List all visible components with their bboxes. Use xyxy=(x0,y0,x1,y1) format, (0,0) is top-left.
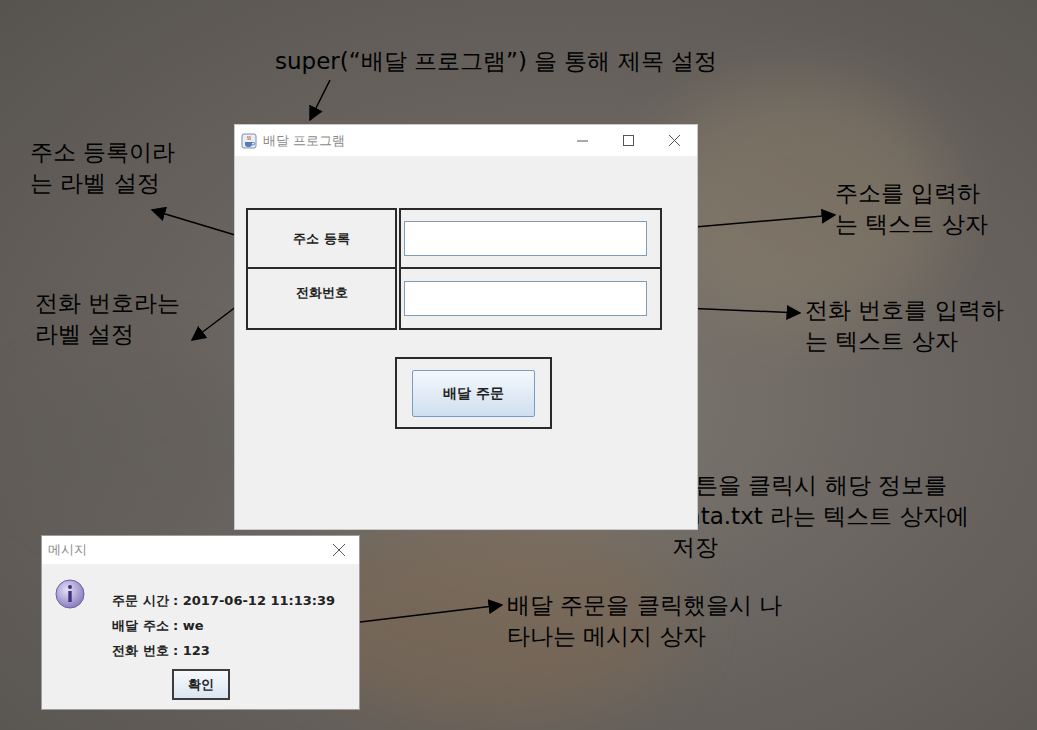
label-box: 전화번호 xyxy=(246,269,397,330)
annotation-line: data.txt 라는 텍스트 상자에 xyxy=(672,501,969,532)
annotation-line: 는 텍스트 상자 xyxy=(805,326,1004,357)
label-box: 주소 등록 xyxy=(246,208,397,269)
annotation-line: 배달 주문을 클릭했을시 나 xyxy=(507,590,782,621)
annotation-note: 주소를 입력하는 택스트 상자 xyxy=(835,178,988,240)
info-icon xyxy=(54,578,86,663)
close-icon[interactable] xyxy=(319,544,359,556)
annotation-line: 주소 등록이라 xyxy=(30,137,175,168)
annotation-line: 는 라벨 설정 xyxy=(30,168,175,199)
annotation-line: 주소를 입력하 xyxy=(835,178,988,209)
form-row: 주소 등록 xyxy=(246,208,697,269)
annotation-line: 는 택스트 상자 xyxy=(835,209,988,240)
app-window: 배달 프로그램주소 등록전화번호배달 주문 xyxy=(234,124,698,530)
button-frame: 배달 주문 xyxy=(395,357,552,429)
window-title: 배달 프로그램 xyxy=(263,131,345,151)
text-field[interactable] xyxy=(404,221,647,256)
field-label: 전화번호 xyxy=(296,283,348,303)
annotation-line: 저장 xyxy=(672,532,969,563)
annotation-line: 라벨 설정 xyxy=(35,319,180,350)
order-button[interactable]: 배달 주문 xyxy=(412,370,535,417)
text-field[interactable] xyxy=(404,281,647,316)
slide: super(“배달 프로그램”) 을 통해 제목 설정주소 등록이라는 라벨 설… xyxy=(0,0,1037,730)
maximize-icon[interactable] xyxy=(605,125,651,156)
message-dialog: 메시지주문 시간 : 2017-06-12 11:13:39배달 주소 : we… xyxy=(41,535,360,710)
annotation-note: super(“배달 프로그램”) 을 통해 제목 설정 xyxy=(275,46,717,77)
annotation-note: 주소 등록이라는 라벨 설정 xyxy=(30,137,175,199)
dialog-footer: 확인 xyxy=(42,663,359,700)
dialog-title: 메시지 xyxy=(48,540,87,560)
message-line: 배달 주소 : we xyxy=(112,613,335,638)
field-box xyxy=(399,269,662,330)
message-line: 전화 번호 : 123 xyxy=(112,638,335,663)
form-row: 전화번호 xyxy=(246,269,697,330)
message-line: 주문 시간 : 2017-06-12 11:13:39 xyxy=(112,588,335,613)
annotation-note: 버튼을 클릭시 해당 정보를data.txt 라는 텍스트 상자에저장 xyxy=(672,470,969,563)
dialog-message: 주문 시간 : 2017-06-12 11:13:39배달 주소 : we전화 … xyxy=(112,578,335,663)
dialog-title-bar: 메시지 xyxy=(42,536,359,564)
minimize-icon[interactable] xyxy=(559,125,605,156)
field-box xyxy=(399,208,662,269)
annotation-line: 버튼을 클릭시 해당 정보를 xyxy=(672,470,969,501)
annotation-line: 전화 번호라는 xyxy=(35,288,180,319)
title-bar: 배달 프로그램 xyxy=(235,125,697,156)
java-icon xyxy=(241,129,257,153)
window-content: 주소 등록전화번호배달 주문 xyxy=(235,156,697,429)
dialog-body: 주문 시간 : 2017-06-12 11:13:39배달 주소 : we전화 … xyxy=(42,564,359,663)
annotation-note: 배달 주문을 클릭했을시 나타나는 메시지 상자 xyxy=(507,590,782,652)
ok-button[interactable]: 확인 xyxy=(172,669,230,700)
field-label: 주소 등록 xyxy=(293,229,350,249)
close-icon[interactable] xyxy=(651,125,697,156)
window-controls xyxy=(559,125,697,156)
annotation-line: 전화 번호를 입력하 xyxy=(805,295,1004,326)
annotation-note: 전화 번호를 입력하는 텍스트 상자 xyxy=(805,295,1004,357)
annotation-line: super(“배달 프로그램”) 을 통해 제목 설정 xyxy=(275,46,717,77)
annotation-note: 전화 번호라는라벨 설정 xyxy=(35,288,180,350)
annotation-line: 타나는 메시지 상자 xyxy=(507,621,782,652)
